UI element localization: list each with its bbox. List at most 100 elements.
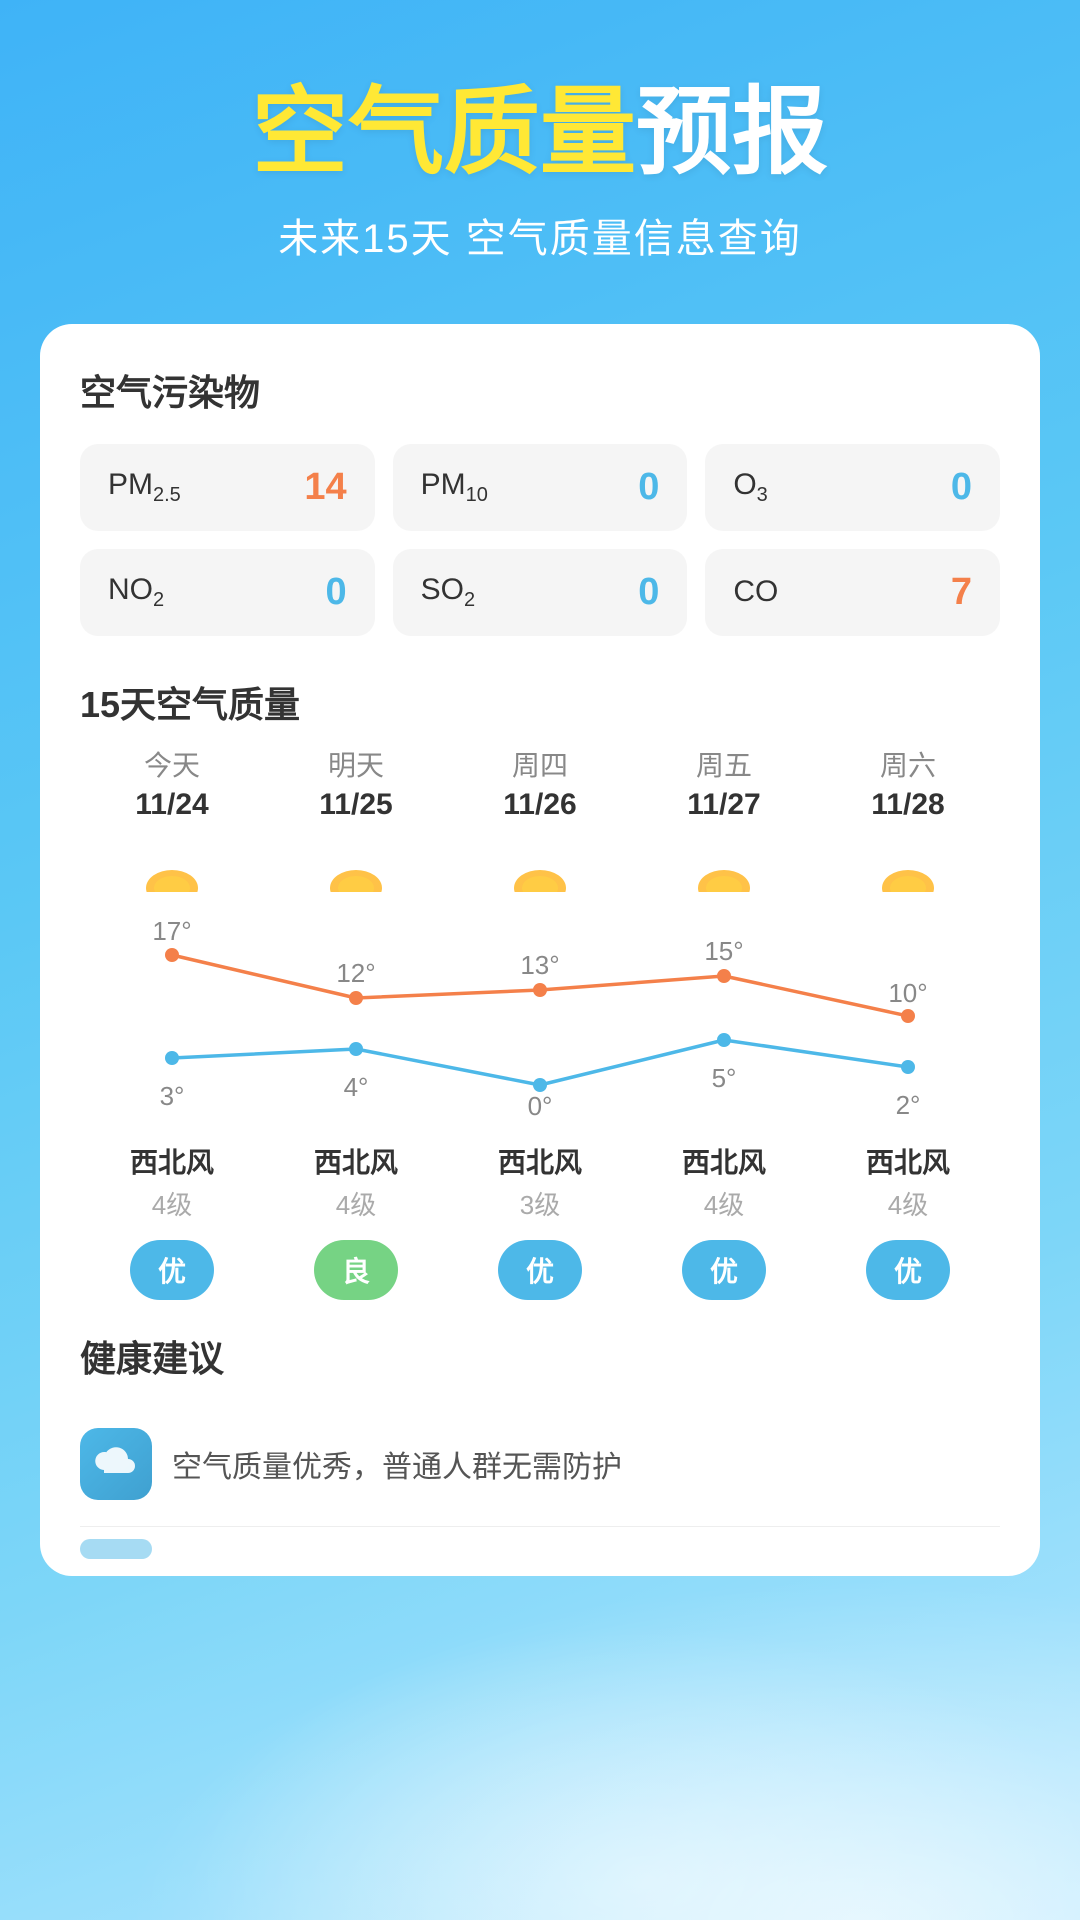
wind-col-3: 西北风 4级 (632, 1141, 816, 1222)
day-date-0: 11/24 (135, 788, 208, 822)
quality-badge-4: 优 (866, 1240, 950, 1300)
forecast-days-row: 今天 11/24 明天 11/25 周四 11/26 周五 11/27 周六 1… (80, 744, 1000, 834)
wind-level-0: 4级 (80, 1185, 264, 1222)
quality-badges-row: 优 良 优 优 优 (80, 1240, 1000, 1300)
pm25-label: PM2.5 (108, 468, 181, 507)
svg-text:17°: 17° (152, 916, 191, 946)
svg-text:4°: 4° (344, 1072, 369, 1102)
app-header: 空气质量预报 未来15天 空气质量信息查询 (0, 0, 1080, 304)
weather-icon-col-0 (80, 842, 264, 892)
day-label-4: 周六 (880, 744, 936, 784)
weather-icon-col-1 (264, 842, 448, 892)
cloud-check-icon (94, 1442, 138, 1486)
svg-text:0°: 0° (528, 1091, 553, 1121)
svg-text:15°: 15° (704, 936, 743, 966)
co-value: 7 (951, 571, 972, 614)
day-label-3: 周五 (696, 744, 752, 784)
day-label-0: 今天 (144, 744, 200, 784)
quality-badge-0: 优 (130, 1240, 214, 1300)
forecast-col-1: 明天 11/25 (264, 744, 448, 834)
health-section: 健康建议 空气质量优秀，普通人群无需防护 (80, 1330, 1000, 1546)
o3-value: 0 (951, 466, 972, 509)
health-icon (80, 1428, 152, 1500)
wind-row: 西北风 4级 西北风 4级 西北风 3级 西北风 4级 西北风 4级 (80, 1141, 1000, 1222)
app-title: 空气质量预报 (40, 80, 1040, 186)
wind-col-2: 西北风 3级 (448, 1141, 632, 1222)
pm10-value: 0 (638, 466, 659, 509)
sun-icon-3 (689, 842, 759, 892)
quality-col-2: 优 (448, 1240, 632, 1300)
forecast-col-0: 今天 11/24 (80, 744, 264, 834)
quality-badge-1: 良 (314, 1240, 398, 1300)
quality-badge-2: 优 (498, 1240, 582, 1300)
pollutant-pm25: PM2.5 14 (80, 444, 375, 531)
so2-label: SO2 (421, 573, 475, 612)
weather-icon-col-3 (632, 842, 816, 892)
title-white: 预报 (636, 79, 828, 186)
pollutant-so2: SO2 0 (393, 549, 688, 636)
wind-level-4: 4级 (816, 1185, 1000, 1222)
svg-text:13°: 13° (520, 950, 559, 980)
quality-col-1: 良 (264, 1240, 448, 1300)
no2-value: 0 (326, 571, 347, 614)
day-label-1: 明天 (328, 744, 384, 784)
health-item: 空气质量优秀，普通人群无需防护 (80, 1410, 1000, 1518)
forecast-section-title: 15天空气质量 (80, 676, 1000, 728)
so2-value: 0 (638, 571, 659, 614)
day-label-2: 周四 (512, 744, 568, 784)
wind-dir-3: 西北风 (632, 1141, 816, 1181)
pollutants-grid: PM2.5 14 PM10 0 O3 0 NO2 0 SO2 0 CO 7 (80, 444, 1000, 636)
main-card: 空气污染物 PM2.5 14 PM10 0 O3 0 NO2 0 SO2 0 C… (40, 324, 1040, 1576)
forecast-col-3: 周五 11/27 (632, 744, 816, 834)
wind-col-1: 西北风 4级 (264, 1141, 448, 1222)
wind-level-1: 4级 (264, 1185, 448, 1222)
pollutants-section-title: 空气污染物 (80, 364, 1000, 416)
weather-icon-col-4 (816, 842, 1000, 892)
pollutant-o3: O3 0 (705, 444, 1000, 531)
quality-col-4: 优 (816, 1240, 1000, 1300)
quality-badge-3: 优 (682, 1240, 766, 1300)
health-section-title: 健康建议 (80, 1330, 1000, 1382)
temperature-chart-container: 17° 12° 13° 15° 10° 3° 4° 0° 5° (80, 900, 1000, 1125)
app-subtitle: 未来15天 空气质量信息查询 (40, 206, 1040, 264)
pollutant-co: CO 7 (705, 549, 1000, 636)
quality-col-3: 优 (632, 1240, 816, 1300)
health-advice-text: 空气质量优秀，普通人群无需防护 (172, 1442, 622, 1486)
svg-text:12°: 12° (336, 958, 375, 988)
weather-icon-col-2 (448, 842, 632, 892)
day-date-4: 11/28 (871, 788, 944, 822)
wind-dir-2: 西北风 (448, 1141, 632, 1181)
svg-text:5°: 5° (712, 1063, 737, 1093)
o3-label: O3 (733, 468, 767, 507)
forecast-col-4: 周六 11/28 (816, 744, 1000, 834)
forecast-col-2: 周四 11/26 (448, 744, 632, 834)
health-item-2-partial (80, 1526, 1000, 1546)
forecast-icons-row (80, 842, 1000, 892)
cloud-background (0, 1520, 1080, 1920)
pm10-label: PM10 (421, 468, 488, 507)
sun-icon-1 (321, 842, 391, 892)
wind-level-3: 4级 (632, 1185, 816, 1222)
svg-text:3°: 3° (160, 1081, 185, 1111)
pm25-value: 14 (304, 466, 346, 509)
day-date-3: 11/27 (687, 788, 760, 822)
svg-text:10°: 10° (888, 978, 927, 1008)
quality-col-0: 优 (80, 1240, 264, 1300)
pollutant-pm10: PM10 0 (393, 444, 688, 531)
wind-dir-0: 西北风 (80, 1141, 264, 1181)
wind-col-0: 西北风 4级 (80, 1141, 264, 1222)
no2-label: NO2 (108, 573, 164, 612)
wind-level-2: 3级 (448, 1185, 632, 1222)
wind-col-4: 西北风 4级 (816, 1141, 1000, 1222)
day-date-2: 11/26 (503, 788, 576, 822)
day-date-1: 11/25 (319, 788, 392, 822)
temperature-chart: 17° 12° 13° 15° 10° 3° 4° 0° 5° (80, 910, 1000, 1110)
svg-text:2°: 2° (896, 1090, 921, 1120)
sun-icon-0 (137, 842, 207, 892)
wind-dir-1: 西北风 (264, 1141, 448, 1181)
title-yellow: 空气质量 (252, 79, 636, 186)
forecast-section: 15天空气质量 今天 11/24 明天 11/25 周四 11/26 周五 11… (80, 676, 1000, 1300)
wind-dir-4: 西北风 (816, 1141, 1000, 1181)
co-label: CO (733, 575, 778, 609)
pollutant-no2: NO2 0 (80, 549, 375, 636)
